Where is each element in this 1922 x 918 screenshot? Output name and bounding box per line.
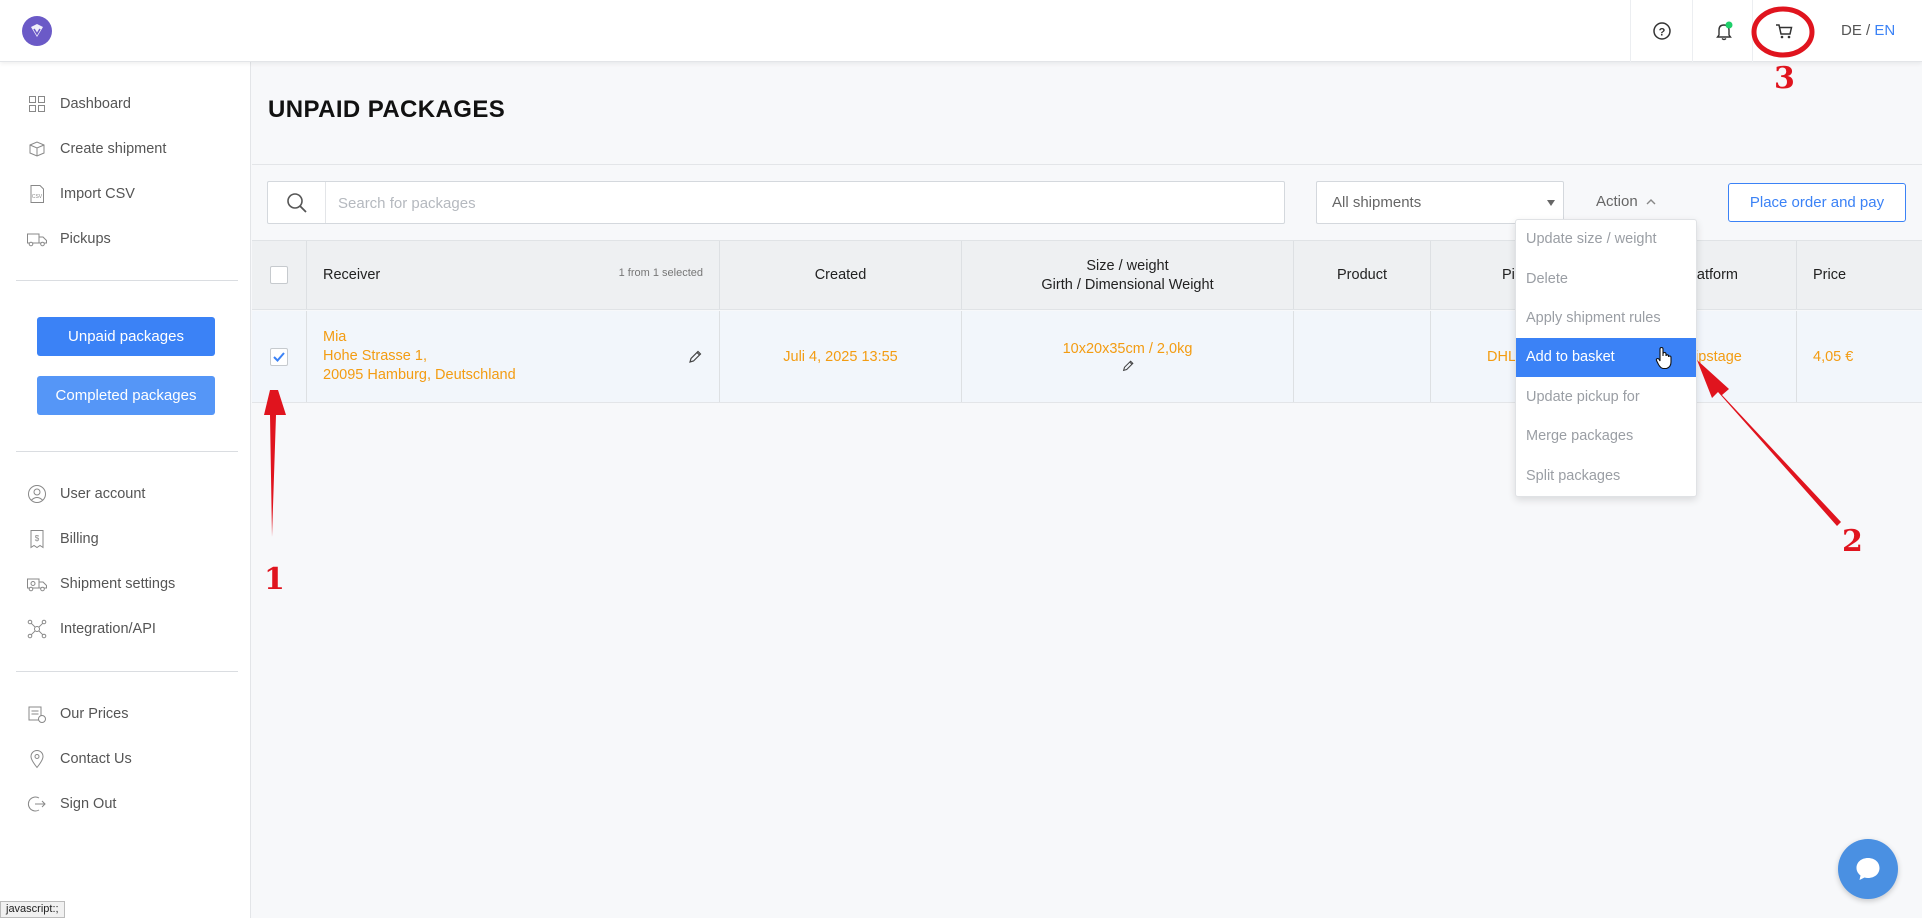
annotation-overlay bbox=[264, 6, 1841, 537]
annotation-number-1: 1 bbox=[264, 562, 285, 597]
annotation-circle-3 bbox=[1751, 6, 1815, 58]
annotation-arrow-2 bbox=[1697, 360, 1841, 526]
annotation-arrow-1 bbox=[264, 390, 286, 537]
annotation-number-3: 3 bbox=[1774, 61, 1795, 96]
annotation-number-2: 2 bbox=[1842, 524, 1863, 559]
